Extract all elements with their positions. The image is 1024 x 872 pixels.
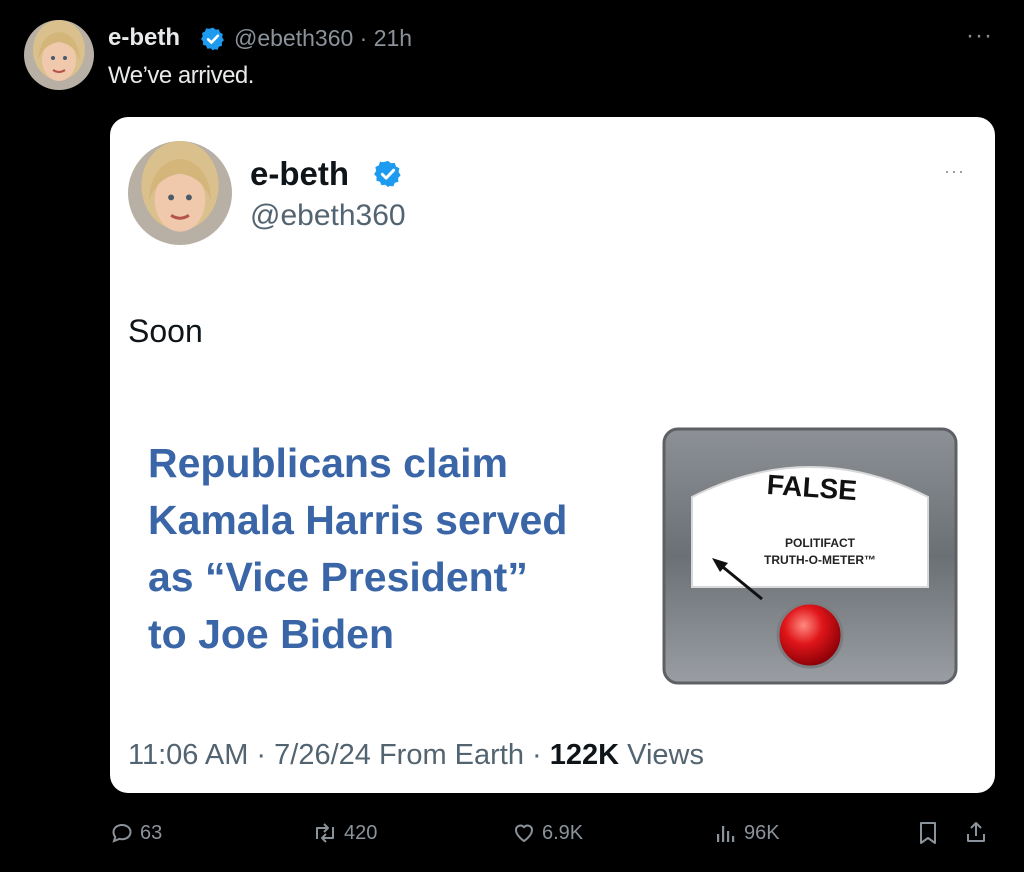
quoted-author-name[interactable]: e-beth <box>250 155 349 193</box>
repost-icon <box>316 823 334 843</box>
heart-icon <box>515 824 533 842</box>
truth-o-meter-graphic: FALSE POLITIFACT TRUTH-O-METER™ <box>662 427 958 685</box>
bookmark-icon <box>920 822 936 844</box>
share-button[interactable] <box>964 820 988 846</box>
meter-false-label: FALSE <box>766 469 858 506</box>
more-options-icon[interactable]: ··· <box>966 22 993 50</box>
headline-line: to Joe Biden <box>148 611 395 657</box>
like-button[interactable]: 6.9K <box>512 820 583 846</box>
reply-icon <box>112 823 132 843</box>
verified-badge-icon <box>373 159 403 189</box>
meme-headline: Republicans claim Kamala Harris served a… <box>148 435 668 663</box>
quoted-tweet-meta: 11:06 AM · 7/26/24 From Earth · 122K Vie… <box>128 739 704 772</box>
meter-brand-line2: TRUTH-O-METER™ <box>764 553 876 567</box>
analytics-icon <box>717 826 735 842</box>
headline-line: Republicans claim <box>148 440 509 486</box>
views-count: 122K <box>549 739 620 771</box>
repost-button[interactable]: 420 <box>312 820 377 846</box>
share-icon <box>967 822 985 842</box>
headline-line: as “Vice President” <box>148 554 528 600</box>
like-count: 6.9K <box>542 821 584 844</box>
author-avatar[interactable] <box>24 20 94 90</box>
views-button[interactable]: 96K <box>714 820 780 846</box>
author-handle-time[interactable]: @ebeth360 · 21h <box>234 25 412 52</box>
tweet-text: We’ve arrived. <box>108 62 254 89</box>
views-count: 96K <box>744 821 780 844</box>
quoted-tweet-text: Soon <box>128 313 203 349</box>
quoted-tweet-card[interactable]: e-beth @ebeth360 ··· Soon Republicans cl… <box>110 117 995 793</box>
headline-line: Kamala Harris served <box>148 497 568 543</box>
timestamp: 11:06 AM · 7/26/24 From Earth · <box>128 739 550 771</box>
repost-count: 420 <box>344 821 378 844</box>
views-label: Views <box>619 739 704 771</box>
meter-brand-line1: POLITIFACT <box>785 536 856 550</box>
bookmark-button[interactable] <box>916 820 940 846</box>
author-name[interactable]: e-beth <box>108 24 180 52</box>
verified-badge-icon <box>200 26 226 52</box>
quoted-author-handle[interactable]: @ebeth360 <box>250 199 406 233</box>
quoted-more-options-icon[interactable]: ··· <box>944 161 965 182</box>
quoted-author-avatar[interactable] <box>128 141 232 245</box>
reply-count: 63 <box>140 821 163 844</box>
reply-button[interactable]: 63 <box>110 820 162 846</box>
